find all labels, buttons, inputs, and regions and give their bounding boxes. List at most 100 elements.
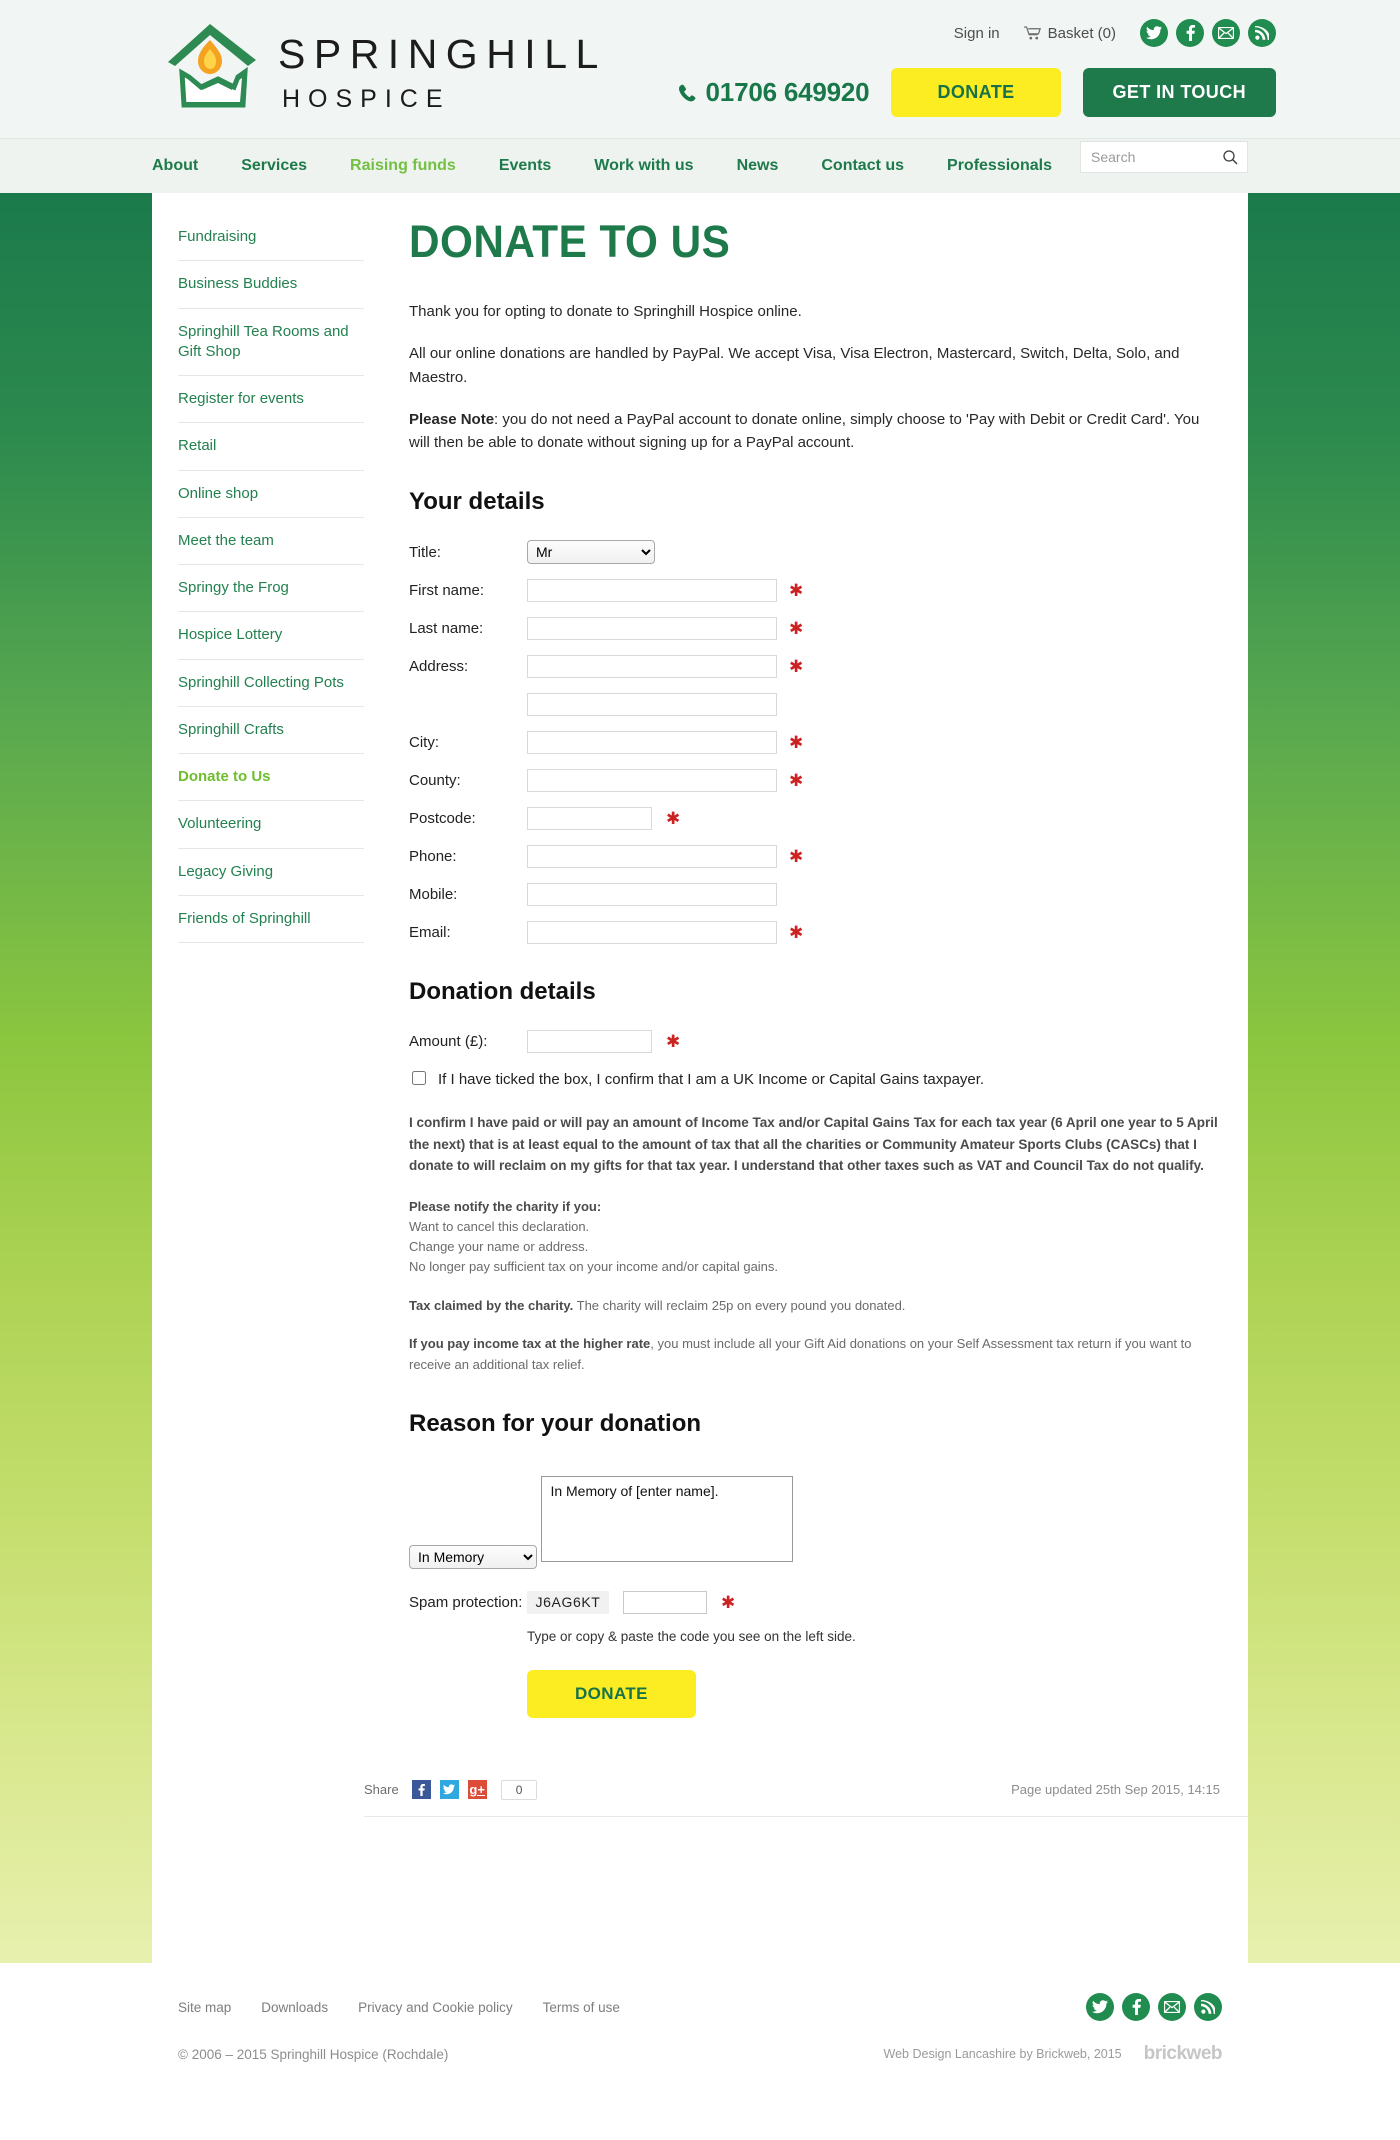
sidebar-item-tea-rooms[interactable]: Springhill Tea Rooms and Gift Shop	[178, 309, 364, 376]
amount-input[interactable]	[527, 1030, 652, 1054]
footer-link-privacy[interactable]: Privacy and Cookie policy	[358, 2000, 513, 2015]
share-facebook-button[interactable]	[411, 1780, 431, 1800]
captcha-input[interactable]	[623, 1590, 707, 1614]
sidebar-item-fundraising[interactable]: Fundraising	[178, 221, 364, 262]
required-asterisk: ✱	[789, 923, 804, 943]
sidebar-item-donate-to-us[interactable]: Donate to Us	[178, 754, 364, 802]
sidebar-item-springhill-crafts[interactable]: Springhill Crafts	[178, 707, 364, 754]
label-address: Address:	[409, 658, 469, 676]
reason-select[interactable]: In Memory	[409, 1544, 537, 1569]
tax-claimed-label: Tax claimed by the charity.	[409, 1297, 574, 1313]
site-header: SPRINGHILL HOSPICE Sign in Basket (0) 01…	[0, 0, 1400, 138]
brickweb-logo[interactable]: brickweb	[1144, 2043, 1223, 2065]
nav-item-contact-us[interactable]: Contact us	[821, 157, 904, 175]
phone-number[interactable]: 01706 649920	[678, 77, 870, 108]
notify-item: Want to cancel this declaration.	[409, 1219, 590, 1235]
nav-item-raising-funds[interactable]: Raising funds	[350, 157, 456, 175]
footer-link-site-map[interactable]: Site map	[178, 2000, 231, 2015]
sign-in-link[interactable]: Sign in	[954, 25, 1000, 42]
sidebar-item-legacy-giving[interactable]: Legacy Giving	[178, 849, 364, 896]
giftaid-checkbox-row[interactable]: If I have ticked the box, I confirm that…	[409, 1069, 1220, 1090]
field-row-postcode: Postcode: ✱	[409, 807, 1220, 831]
rss-icon	[1201, 2000, 1215, 2014]
address-line-1-input[interactable]	[527, 655, 777, 679]
county-input[interactable]	[527, 769, 777, 793]
giftaid-checkbox-label[interactable]: If I have ticked the box, I confirm that…	[438, 1069, 984, 1090]
logo-title: SPRINGHILL	[278, 31, 607, 77]
required-asterisk: ✱	[789, 619, 804, 639]
email-link[interactable]	[1212, 19, 1240, 47]
notify-item: Change your name or address.	[409, 1239, 589, 1255]
nav-item-events[interactable]: Events	[499, 157, 551, 175]
facebook-link[interactable]	[1122, 1993, 1150, 2021]
main-content: DONATE TO US Thank you for opting to don…	[364, 193, 1248, 1963]
rss-link[interactable]	[1194, 1993, 1222, 2021]
footer-link-downloads[interactable]: Downloads	[261, 2000, 328, 2015]
footer-link-terms[interactable]: Terms of use	[543, 2000, 620, 2015]
sidebar-item-register-for-events[interactable]: Register for events	[178, 376, 364, 424]
twitter-link[interactable]	[1086, 1993, 1114, 2021]
first-name-input[interactable]	[527, 579, 777, 603]
mobile-input[interactable]	[527, 883, 777, 907]
header-donate-button[interactable]: DONATE	[891, 68, 1061, 117]
nav-item-news[interactable]: News	[737, 157, 779, 175]
city-input[interactable]	[527, 731, 777, 755]
twitter-icon	[443, 1784, 456, 1795]
share-label: Share	[364, 1782, 399, 1798]
giftaid-checkbox[interactable]	[412, 1071, 426, 1086]
email-input[interactable]	[527, 921, 777, 945]
captcha-note: Type or copy & paste the code you see on…	[527, 1628, 856, 1644]
label-postcode: Postcode:	[409, 810, 476, 828]
get-in-touch-button[interactable]: GET IN TOUCH	[1082, 68, 1276, 117]
sidebar-item-friends-of-springhill[interactable]: Friends of Springhill	[178, 896, 364, 943]
share-googleplus-button[interactable]: g+	[467, 1780, 487, 1800]
rss-link[interactable]	[1248, 19, 1276, 47]
credit-text[interactable]: Web Design Lancashire by Brickweb, 2015	[884, 2047, 1122, 2061]
label-county: County:	[409, 772, 461, 790]
share-count: 0	[500, 1779, 538, 1800]
facebook-link[interactable]	[1176, 19, 1204, 47]
sidebar-item-volunteering[interactable]: Volunteering	[178, 801, 364, 849]
please-note-label: Please Note	[409, 410, 495, 428]
site-logo[interactable]: SPRINGHILL HOSPICE	[160, 16, 607, 112]
sidebar-item-hospice-lottery[interactable]: Hospice Lottery	[178, 612, 364, 660]
nav-item-services[interactable]: Services	[241, 157, 307, 175]
postcode-input[interactable]	[527, 807, 652, 831]
header-utility-bar: Sign in Basket (0)	[954, 19, 1276, 47]
share-twitter-button[interactable]	[439, 1780, 459, 1800]
sidebar-item-business-buddies[interactable]: Business Buddies	[178, 261, 364, 309]
nav-item-about[interactable]: About	[152, 157, 198, 175]
sidebar-item-springy-the-frog[interactable]: Springy the Frog	[178, 565, 364, 613]
phone-number-text: 01706 649920	[705, 77, 870, 107]
submit-donate-button[interactable]: DONATE	[527, 1669, 696, 1718]
sidebar-item-online-shop[interactable]: Online shop	[178, 471, 364, 518]
reason-heading: Reason for your donation	[409, 1409, 702, 1437]
tax-claimed-paragraph: Tax claimed by the charity. The charity …	[409, 1296, 1220, 1317]
search-icon[interactable]	[1223, 149, 1238, 165]
copyright-text: © 2006 – 2015 Springhill Hospice (Rochda…	[178, 2046, 449, 2062]
donation-details-heading: Donation details	[409, 978, 596, 1006]
intro-paragraph-1: Thank you for opting to donate to Spring…	[409, 303, 802, 320]
notify-item: No longer pay sufficient tax on your inc…	[409, 1259, 779, 1275]
sidebar-item-meet-the-team[interactable]: Meet the team	[178, 518, 364, 565]
required-asterisk: ✱	[789, 657, 804, 677]
title-select[interactable]: Mr	[527, 540, 655, 565]
facebook-icon	[418, 1783, 425, 1796]
reason-textarea[interactable]	[541, 1475, 794, 1562]
search-input[interactable]	[1089, 148, 1223, 166]
nav-item-work-with-us[interactable]: Work with us	[594, 157, 693, 175]
twitter-link[interactable]	[1140, 19, 1168, 47]
please-note-text: : you do not need a PayPal account to do…	[409, 410, 1200, 451]
search-box[interactable]	[1080, 141, 1248, 173]
sidebar-item-collecting-pots[interactable]: Springhill Collecting Pots	[178, 660, 364, 707]
label-first-name: First name:	[409, 582, 485, 600]
sidebar-item-retail[interactable]: Retail	[178, 423, 364, 471]
nav-item-professionals[interactable]: Professionals	[947, 157, 1052, 175]
address-line-2-input[interactable]	[527, 693, 777, 717]
email-link[interactable]	[1158, 1993, 1186, 2021]
last-name-input[interactable]	[527, 617, 777, 641]
label-title: Title:	[409, 543, 441, 561]
house-flame-logo-icon	[168, 24, 256, 108]
phone-input[interactable]	[527, 845, 777, 869]
basket-link[interactable]: Basket (0)	[1023, 25, 1116, 42]
